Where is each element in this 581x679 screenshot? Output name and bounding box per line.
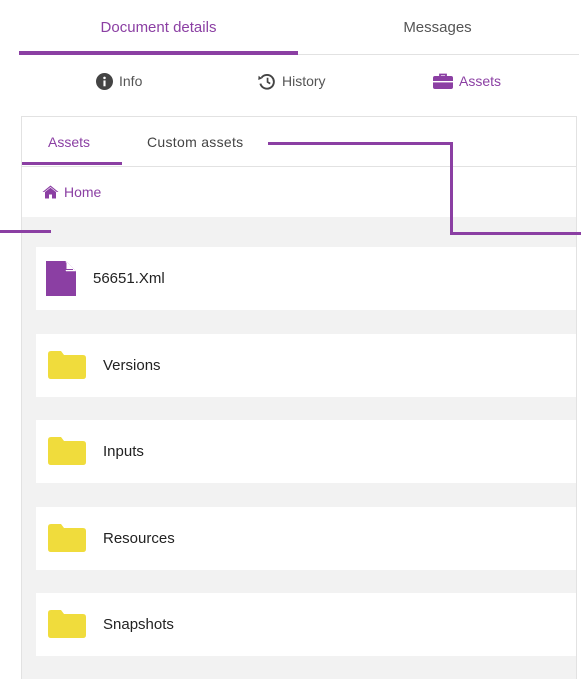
tab-info-label: Info <box>119 73 143 89</box>
tab-assets-list[interactable]: Assets <box>48 117 90 166</box>
tab-assets-list-label: Assets <box>48 133 91 150</box>
history-icon <box>258 73 275 90</box>
tab-assets-label: Assets <box>459 73 502 89</box>
asset-list: 56651.Xml Versions Inputs Resources Snap… <box>22 217 576 679</box>
file-icon <box>46 261 76 296</box>
tab-document-details[interactable]: Document details <box>19 0 298 54</box>
tab-messages[interactable]: Messages <box>298 0 577 54</box>
asset-item-label: 56651.Xml <box>93 270 165 287</box>
top-tab-bar: Document details Messages <box>19 0 579 55</box>
home-icon <box>42 185 59 199</box>
asset-item-folder[interactable]: Inputs <box>36 420 576 483</box>
asset-item-folder[interactable]: Versions <box>36 334 576 397</box>
asset-item-label: Versions <box>103 357 161 374</box>
asset-item-folder[interactable]: Resources <box>36 507 576 570</box>
breadcrumb-home[interactable]: Home <box>42 182 101 202</box>
folder-icon <box>48 610 86 638</box>
asset-item-label: Snapshots <box>103 616 174 633</box>
annotation-line-custom-assets <box>268 142 453 145</box>
tab-custom-assets-label: Custom assets <box>147 133 244 150</box>
tab-info[interactable]: Info <box>96 54 142 108</box>
annotation-line-vertical <box>450 142 453 235</box>
tab-history-label: History <box>282 73 326 89</box>
tab-history[interactable]: History <box>257 54 326 108</box>
assets-panel: Assets Custom assets Home 56651.Xml Vers… <box>21 116 577 679</box>
asset-item-folder[interactable]: Snapshots <box>36 593 576 656</box>
asset-item-file[interactable]: 56651.Xml <box>36 247 576 310</box>
breadcrumb-label: Home <box>64 184 102 200</box>
tab-messages-label: Messages <box>403 18 472 36</box>
info-circle-icon <box>96 72 113 90</box>
sub-tab-bar: Info History Assets <box>19 54 579 108</box>
assets-tab-indicator <box>22 162 122 165</box>
briefcase-icon <box>433 73 453 89</box>
tab-assets[interactable]: Assets <box>433 54 501 108</box>
folder-icon <box>48 437 86 465</box>
folder-icon <box>48 351 86 379</box>
folder-icon <box>48 524 86 552</box>
tab-custom-assets[interactable]: Custom assets <box>147 117 244 166</box>
asset-item-label: Resources <box>103 530 175 547</box>
tab-document-details-label: Document details <box>100 18 217 36</box>
annotation-line-left <box>0 230 51 233</box>
annotation-line-right <box>450 232 581 235</box>
asset-item-label: Inputs <box>103 443 144 460</box>
